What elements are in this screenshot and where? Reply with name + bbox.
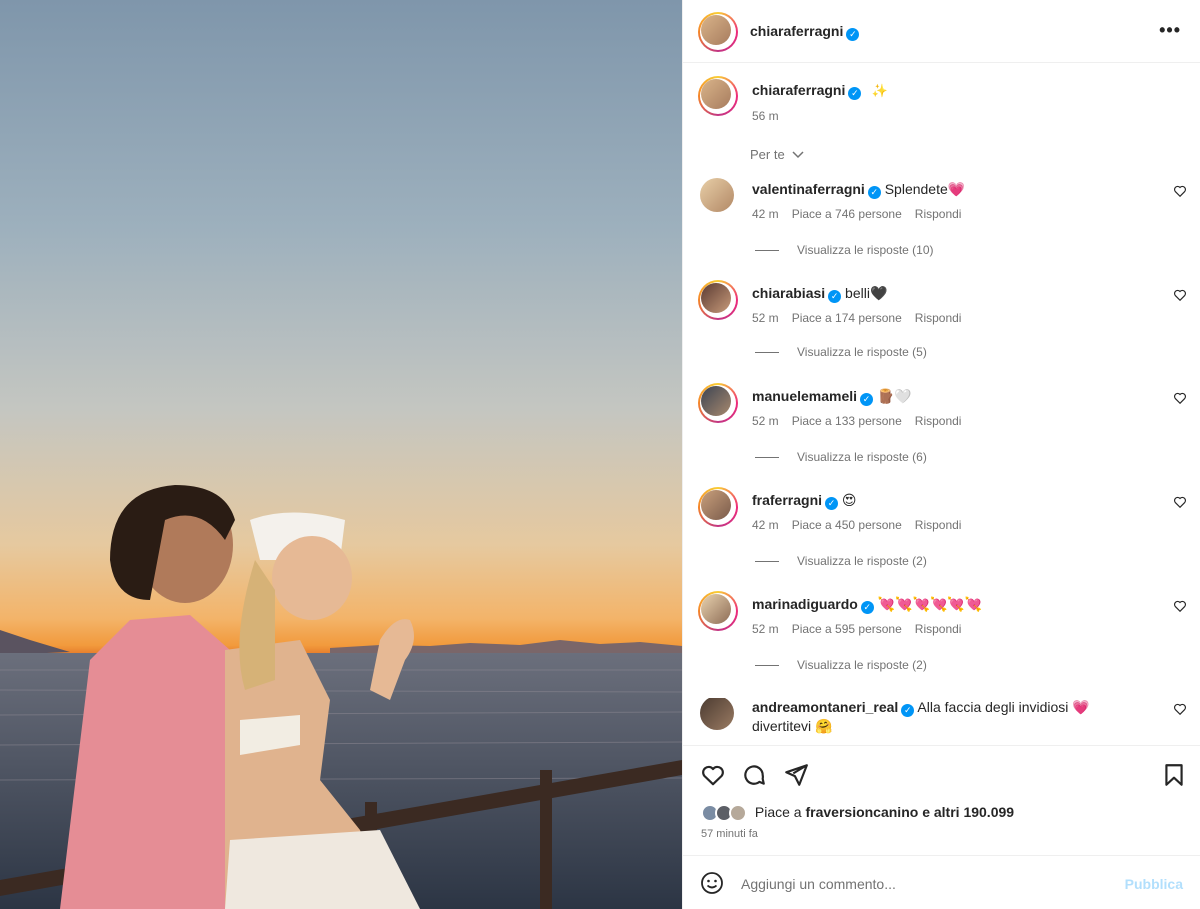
post-photo[interactable] — [0, 0, 682, 909]
commenter-username[interactable]: andreamontaneri_real — [752, 699, 898, 715]
comment-likes[interactable]: Piace a 746 persone — [792, 207, 902, 221]
comment-likes[interactable]: Piace a 595 persone — [792, 622, 902, 636]
commenter-avatar[interactable] — [698, 280, 738, 320]
author-username[interactable]: chiaraferragni — [750, 23, 843, 39]
like-comment-icon[interactable] — [1173, 702, 1187, 716]
like-comment-icon[interactable] — [1173, 288, 1187, 302]
more-options-icon[interactable]: ••• — [1159, 20, 1181, 41]
publish-button[interactable]: Pubblica — [1125, 876, 1183, 892]
comment-input[interactable]: Aggiungi un commento... — [741, 876, 896, 892]
view-replies-button[interactable]: Visualizza le risposte (2) — [755, 554, 927, 568]
verified-icon: ✓ — [825, 497, 839, 510]
comment-icon[interactable] — [741, 762, 767, 788]
verified-icon: ✓ — [867, 186, 881, 199]
reply-button[interactable]: Rispondi — [915, 311, 962, 325]
like-comment-icon[interactable] — [1173, 599, 1187, 613]
comment-text: Splendete💗 — [884, 181, 966, 197]
view-replies-button[interactable]: Visualizza le risposte (5) — [755, 345, 927, 359]
verified-icon: ✓ — [860, 601, 874, 614]
save-icon[interactable] — [1161, 762, 1187, 788]
commenter-avatar[interactable] — [700, 178, 734, 212]
likes-count[interactable]: e altri 190.099 — [922, 804, 1014, 820]
sort-label: Per te — [750, 147, 785, 162]
comment-time: 52 m — [752, 311, 779, 325]
verified-icon: ✓ — [828, 290, 842, 303]
comment-text: 🪵🤍 — [876, 388, 912, 404]
caption-avatar[interactable] — [698, 76, 738, 116]
view-replies-button[interactable]: Visualizza le risposte (10) — [755, 243, 934, 257]
commenter-username[interactable]: marinadiguardo — [752, 596, 858, 612]
comment-time: 42 m — [752, 207, 779, 221]
sort-dropdown[interactable]: Per te — [750, 147, 804, 162]
caption-username[interactable]: chiaraferragni — [752, 82, 845, 98]
emoji-icon[interactable] — [700, 871, 724, 900]
commenter-username[interactable]: fraferragni — [752, 492, 822, 508]
post-header: chiaraferragni ✓ ••• — [683, 0, 1200, 63]
commenter-username[interactable]: valentinaferragni — [752, 181, 865, 197]
caption: chiaraferragni ✓ ✨ 56 m — [683, 70, 1200, 130]
author-avatar[interactable] — [698, 12, 738, 52]
verified-icon: ✓ — [901, 704, 915, 717]
reply-button[interactable]: Rispondi — [915, 518, 962, 532]
view-replies-button[interactable]: Visualizza le risposte (2) — [755, 658, 927, 672]
like-comment-icon[interactable] — [1173, 184, 1187, 198]
commenter-avatar[interactable] — [700, 698, 734, 730]
comment-time: 52 m — [752, 622, 779, 636]
like-comment-icon[interactable] — [1173, 391, 1187, 405]
post-panel: chiaraferragni ✓ ••• chiaraferragni ✓ ✨ 56… — [682, 0, 1200, 909]
likes-user[interactable]: fraversioncanino — [805, 804, 918, 820]
reply-button[interactable]: Rispondi — [915, 622, 962, 636]
post-time: 57 minuti fa — [701, 828, 758, 840]
reply-button[interactable]: Rispondi — [915, 207, 962, 221]
commenter-avatar[interactable] — [698, 487, 738, 527]
commenter-username[interactable]: chiarabiasi — [752, 285, 825, 301]
comment-likes[interactable]: Piace a 174 persone — [792, 311, 902, 325]
post-actions: Piace a fraversioncanino e altri 190.099… — [683, 745, 1200, 855]
liker-avatars — [701, 804, 751, 823]
verified-icon: ✓ — [846, 28, 860, 41]
comment-text: belli🖤 — [845, 285, 888, 301]
comment-composer: Aggiungi un commento... Pubblica — [683, 855, 1200, 909]
comment-text: 😍 — [841, 492, 857, 508]
like-comment-icon[interactable] — [1173, 495, 1187, 509]
likes-summary[interactable]: Piace a fraversioncanino e altri 190.099 — [701, 804, 1014, 823]
comment-likes[interactable]: Piace a 133 persone — [792, 414, 902, 428]
commenter-avatar[interactable] — [698, 591, 738, 631]
comment-time: 52 m — [752, 414, 779, 428]
comment-item: andreamontaneri_real ✓ Alla faccia degli … — [683, 698, 1200, 745]
commenter-username[interactable]: manuelemameli — [752, 388, 857, 404]
share-icon[interactable] — [783, 762, 809, 788]
commenter-avatar[interactable] — [698, 383, 738, 423]
verified-icon: ✓ — [848, 87, 862, 100]
chevron-down-icon — [792, 147, 804, 162]
caption-text: ✨ — [871, 83, 889, 98]
caption-time: 56 m — [752, 109, 779, 123]
likes-prefix: Piace a — [754, 804, 802, 820]
comment-text: 💘💘💘💘💘💘 — [877, 596, 983, 612]
comment-time: 42 m — [752, 518, 779, 532]
like-icon[interactable] — [700, 762, 726, 788]
reply-button[interactable]: Rispondi — [915, 414, 962, 428]
view-replies-button[interactable]: Visualizza le risposte (6) — [755, 450, 927, 464]
verified-icon: ✓ — [860, 393, 874, 406]
comment-likes[interactable]: Piace a 450 persone — [792, 518, 902, 532]
